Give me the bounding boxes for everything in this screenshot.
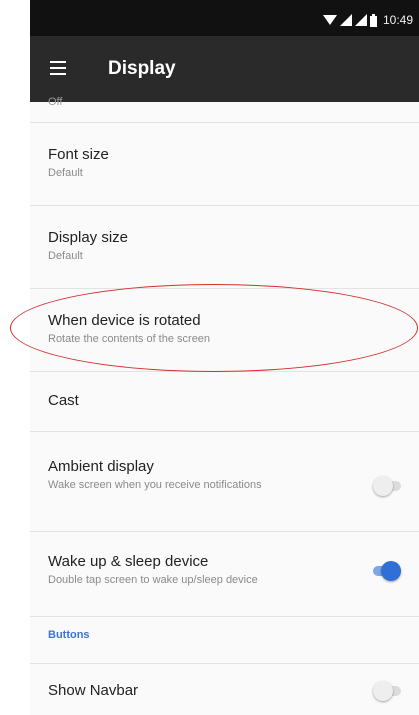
- setting-ambient-display[interactable]: Ambient display Wake screen when you rec…: [30, 432, 419, 532]
- setting-title: Display size: [48, 229, 129, 246]
- section-header-label: Buttons: [48, 629, 90, 641]
- toggle-knob: [373, 681, 393, 701]
- setting-title: Wake up & sleep device: [48, 553, 209, 570]
- setting-device-rotation[interactable]: When device is rotated Rotate the conten…: [30, 289, 419, 372]
- partial-item-text: Off: [48, 96, 63, 108]
- setting-title: Font size: [48, 146, 109, 163]
- setting-summary: Rotate the contents of the screen: [48, 333, 211, 345]
- signal-icon: [354, 14, 367, 26]
- ambient-display-toggle[interactable]: [373, 476, 401, 496]
- setting-title: When device is rotated: [48, 312, 201, 329]
- status-bar: 10:49: [30, 0, 419, 36]
- hamburger-menu-icon[interactable]: [50, 61, 66, 75]
- setting-summary: Double tap screen to wake up/sleep devic…: [48, 574, 258, 586]
- toggle-knob: [373, 476, 393, 496]
- wifi-icon: [322, 15, 337, 25]
- setting-summary: Default: [48, 167, 83, 179]
- toggle-knob: [381, 561, 401, 581]
- page-title: Display: [108, 58, 176, 79]
- section-header-buttons: Buttons: [30, 617, 419, 664]
- status-icons: 10:49: [322, 13, 413, 27]
- setting-summary: Default: [48, 250, 83, 262]
- status-time: 10:49: [382, 13, 413, 27]
- settings-list: Off Font size Default Display size Defau…: [30, 96, 419, 715]
- setting-show-navbar[interactable]: Show Navbar: [30, 664, 419, 715]
- setting-cast[interactable]: Cast: [30, 372, 419, 432]
- battery-icon: [369, 13, 377, 27]
- setting-title: Cast: [48, 392, 79, 409]
- signal-icon: [339, 14, 352, 26]
- setting-display-size[interactable]: Display size Default: [30, 206, 419, 289]
- setting-summary: Wake screen when you receive notificatio…: [48, 479, 262, 491]
- wake-sleep-toggle[interactable]: [373, 561, 401, 581]
- setting-font-size[interactable]: Font size Default: [30, 123, 419, 206]
- app-bar: Display: [30, 36, 419, 102]
- setting-title: Ambient display: [48, 458, 154, 475]
- setting-wake-sleep[interactable]: Wake up & sleep device Double tap screen…: [30, 532, 419, 617]
- partial-list-item[interactable]: Off: [30, 96, 419, 123]
- show-navbar-toggle[interactable]: [373, 681, 401, 701]
- phone-screen: 10:49 Display Off Font size Default Disp…: [30, 0, 419, 715]
- setting-title: Show Navbar: [48, 682, 139, 699]
